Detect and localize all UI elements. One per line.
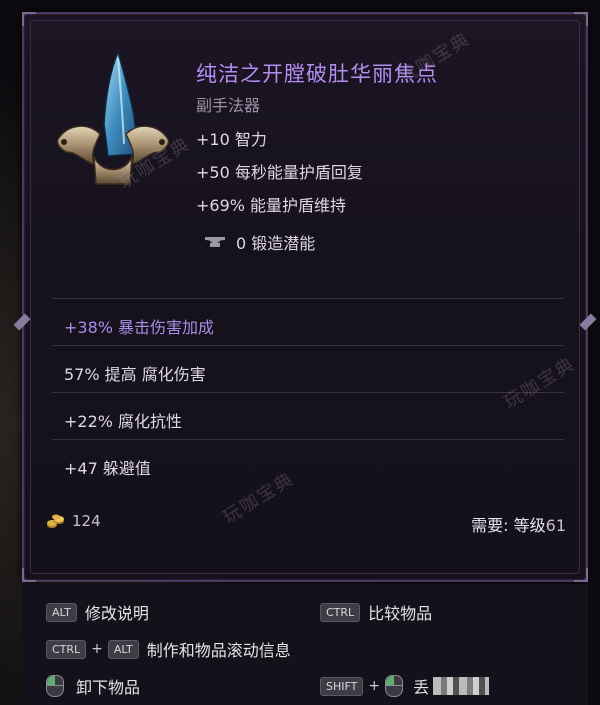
watermark: 玩咖宝典 — [219, 468, 299, 529]
hint-edit-description[interactable]: ALT 修改说明 — [46, 600, 149, 624]
anvil-icon — [205, 237, 225, 247]
hint-crafting-scroll[interactable]: CTRL + ALT 制作和物品滚动信息 — [46, 637, 291, 661]
hint-drop[interactable]: SHIFT + 丢 — [320, 674, 490, 698]
divider — [52, 345, 564, 346]
base-stat: +69% 能量护盾维持 — [196, 196, 347, 215]
divider — [52, 298, 564, 299]
left-mouse-icon — [385, 675, 404, 697]
hint-label: 制作和物品滚动信息 — [146, 641, 291, 660]
shift-key: SHIFT — [320, 676, 364, 696]
affix-line: +38% 暴击伤害加成 — [64, 318, 215, 337]
item-tooltip: 纯洁之开膛破肚华丽焦点 副手法器 +10 智力 +50 每秒能量护盾回复 +69… — [13, 12, 597, 582]
requirement-level: 61 — [545, 516, 566, 535]
left-mouse-icon — [46, 675, 64, 697]
alt-key: ALT — [107, 639, 139, 659]
key-hints-panel: ALT 修改说明 CTRL 比较物品 CTRL + ALT 制作和物品滚动信息 … — [22, 584, 588, 705]
hint-label: 修改说明 — [84, 604, 149, 623]
hint-label: 丢 — [413, 678, 430, 697]
forge-potential-text: 0 锻造潜能 — [236, 234, 316, 253]
base-stat: +10 智力 — [196, 130, 267, 149]
affix-line: +47 躲避值 — [64, 459, 151, 478]
affix-line: 57% 提高 腐化伤害 — [64, 365, 206, 384]
frame-corner — [22, 568, 36, 582]
base-stat: +50 每秒能量护盾回复 — [196, 163, 363, 182]
divider — [52, 392, 564, 393]
ctrl-key: CTRL — [46, 639, 87, 659]
requirement-label: 需要: — [471, 516, 509, 535]
obscured-text — [433, 677, 490, 695]
alt-key: ALT — [46, 602, 77, 622]
affix-line: +22% 腐化抗性 — [64, 412, 183, 431]
frame-corner — [574, 12, 588, 26]
level-requirement: 需要: 等级61 — [471, 512, 566, 536]
gold-amount: 124 — [72, 512, 101, 530]
ctrl-key: CTRL — [320, 602, 361, 622]
divider — [52, 439, 564, 440]
hint-compare-items[interactable]: CTRL 比较物品 — [320, 600, 432, 624]
item-type: 副手法器 — [196, 96, 261, 115]
hint-label: 比较物品 — [368, 604, 433, 623]
plus-sign: + — [91, 641, 103, 657]
watermark: 玩咖宝典 — [500, 353, 580, 414]
plus-sign: + — [368, 678, 381, 694]
gold-value: 124 — [46, 512, 101, 530]
forge-potential: 0 锻造潜能 — [196, 230, 315, 254]
requirement-level-label: 等级 — [513, 516, 546, 535]
hint-unequip[interactable]: 卸下物品 — [46, 674, 140, 698]
gold-coins-icon — [47, 514, 64, 528]
frame-corner — [22, 12, 36, 26]
frame-corner — [574, 568, 588, 582]
hint-label: 卸下物品 — [76, 678, 141, 697]
